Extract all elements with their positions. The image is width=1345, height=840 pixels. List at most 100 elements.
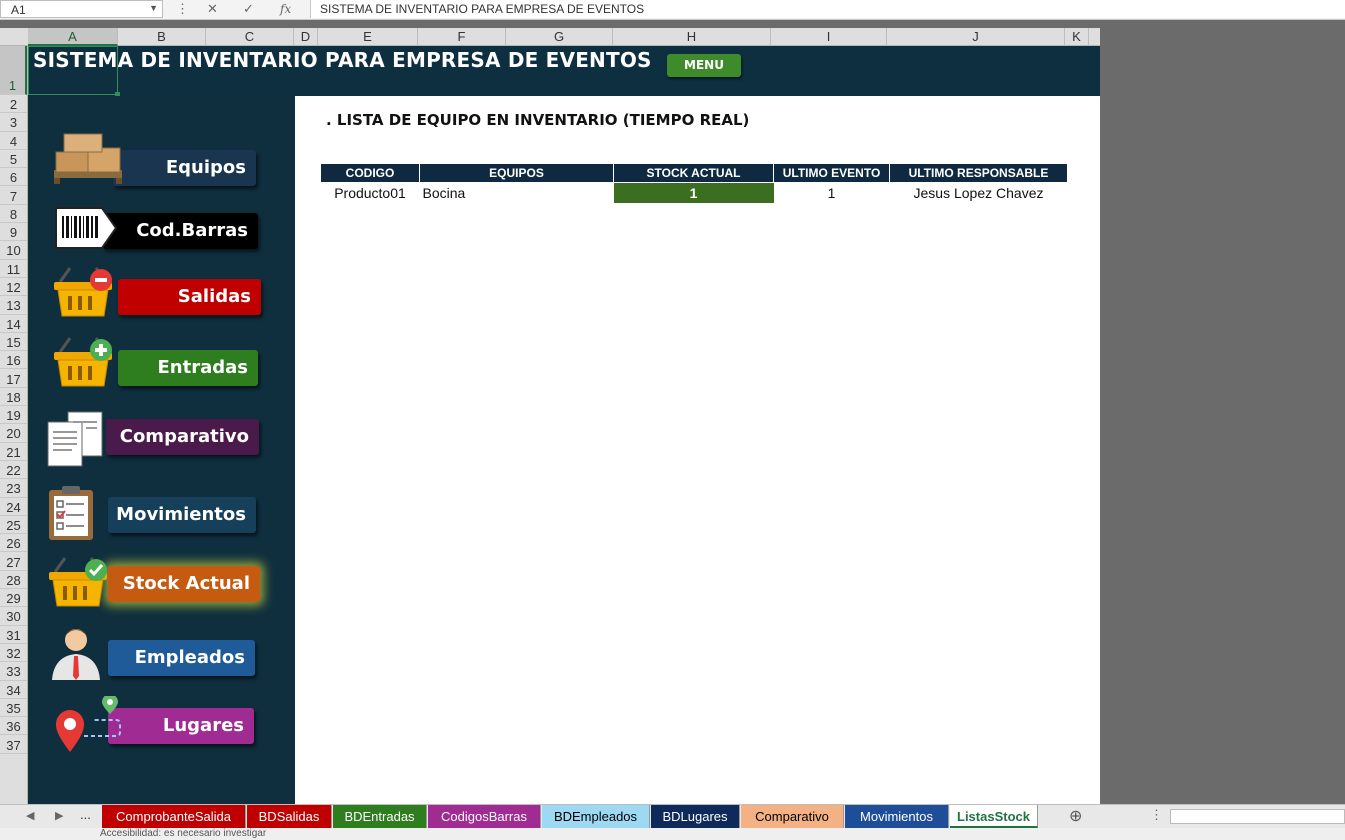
row-header-10[interactable]: 10 — [0, 241, 27, 260]
row-header-2[interactable]: 2 — [0, 95, 27, 114]
column-header-codigo[interactable]: CODIGO — [320, 163, 420, 183]
column-header-c[interactable]: C — [206, 28, 294, 46]
sidebar-item-lugares[interactable]: Lugares — [108, 708, 254, 744]
row-header-25[interactable]: 25 — [0, 516, 27, 535]
row-header-12[interactable]: 12 — [0, 278, 27, 297]
enter-icon[interactable]: ✓ — [243, 0, 254, 18]
add-sheet-icon[interactable]: ⊕ — [1069, 806, 1082, 826]
more-options-icon[interactable]: ⋮ — [1150, 807, 1163, 823]
row-header-13[interactable]: 13 — [0, 296, 27, 315]
horizontal-scrollbar[interactable] — [1170, 809, 1345, 824]
table-row[interactable]: Producto01 Bocina 1 1 Jesus Lopez Chavez — [321, 182, 1068, 203]
chevron-down-icon[interactable]: ▼ — [149, 3, 158, 13]
function-icon[interactable]: fx — [280, 0, 291, 18]
person-icon — [52, 629, 100, 680]
row-header-32[interactable]: 32 — [0, 644, 27, 663]
column-header-equipos[interactable]: EQUIPOS — [419, 163, 614, 183]
worksheet: SISTEMA DE INVENTARIO PARA EMPRESA DE EV… — [28, 46, 1100, 804]
sidebar-item-label: Equipos — [165, 157, 246, 178]
row-header-4[interactable]: 4 — [0, 132, 27, 150]
row-header-11[interactable]: 11 — [0, 260, 27, 278]
cell-ultimo-responsable[interactable]: Jesus Lopez Chavez — [890, 183, 1068, 203]
column-header-f[interactable]: F — [418, 28, 506, 46]
basket-minus-icon — [54, 267, 112, 317]
tab-bdempleados[interactable]: BDEmpleados — [542, 805, 650, 828]
row-header-18[interactable]: 18 — [0, 388, 27, 407]
tab-comprobantesalida[interactable]: ComprobanteSalida — [102, 805, 246, 828]
cancel-icon[interactable]: ✕ — [207, 0, 218, 18]
row-header-15[interactable]: 15 — [0, 333, 27, 352]
row-header-33[interactable]: 33 — [0, 662, 27, 681]
column-header-g[interactable]: G — [506, 28, 613, 46]
column-header-ultimo-responsable[interactable]: ULTIMO RESPONSABLE — [889, 163, 1068, 183]
tab-bdsalidas[interactable]: BDSalidas — [247, 805, 332, 828]
row-header-3[interactable]: 3 — [0, 113, 27, 132]
row-header-37[interactable]: 37 — [0, 736, 27, 754]
row-header-1[interactable]: 1 — [0, 46, 27, 95]
sidebar-item-label: Lugares — [162, 715, 244, 736]
formula-input[interactable]: SISTEMA DE INVENTARIO PARA EMPRESA DE EV… — [310, 0, 1345, 18]
more-tabs-button[interactable]: ... — [80, 807, 91, 822]
row-header-5[interactable]: 5 — [0, 150, 27, 169]
row-header-26[interactable]: 26 — [0, 534, 27, 553]
column-header-d[interactable]: D — [294, 28, 318, 46]
row-header-28[interactable]: 28 — [0, 571, 27, 590]
tab-bdentradas[interactable]: BDEntradas — [333, 805, 427, 828]
row-header-35[interactable]: 35 — [0, 699, 27, 718]
sidebar-item-comparativo[interactable]: Comparativo — [106, 419, 259, 455]
column-header-j[interactable]: J — [887, 28, 1065, 46]
column-header-b[interactable]: B — [118, 28, 206, 46]
row-header-21[interactable]: 21 — [0, 443, 27, 461]
column-header-ultimo-evento[interactable]: ULTIMO EVENTO — [773, 163, 890, 183]
column-header-a[interactable]: A — [28, 28, 118, 46]
row-header-36[interactable]: 36 — [0, 717, 27, 736]
menu-button[interactable]: MENU — [667, 54, 741, 77]
row-header-34[interactable]: 34 — [0, 681, 27, 699]
cell-stock-actual[interactable]: 1 — [613, 182, 774, 203]
inventory-panel: . LISTA DE EQUIPO EN INVENTARIO (TIEMPO … — [295, 96, 1100, 804]
tab-comparativo[interactable]: Comparativo — [741, 805, 844, 828]
row-header-20[interactable]: 20 — [0, 424, 27, 443]
tab-listasstock[interactable]: ListasStock — [950, 805, 1038, 828]
row-header-14[interactable]: 14 — [0, 315, 27, 333]
row-header-23[interactable]: 23 — [0, 479, 27, 498]
column-header-e[interactable]: E — [318, 28, 418, 46]
sidebar-item-cod-barras[interactable]: Cod.Barras — [103, 213, 258, 249]
sidebar-item-entradas[interactable]: Entradas — [118, 350, 258, 386]
row-header-30[interactable]: 30 — [0, 607, 27, 626]
sidebar: Equipos Cod.Barras Salidas Entradas Comp… — [28, 96, 295, 804]
name-box[interactable]: A1 ▼ — [0, 0, 163, 18]
tab-scroll-left-icon[interactable]: ◀ — [26, 809, 34, 822]
column-header-k[interactable]: K — [1065, 28, 1089, 46]
column-header-i[interactable]: I — [771, 28, 887, 46]
row-header-22[interactable]: 22 — [0, 461, 27, 480]
row-header-27[interactable]: 27 — [0, 553, 27, 571]
row-header-8[interactable]: 8 — [0, 205, 27, 224]
cell-codigo[interactable]: Producto01 — [321, 183, 420, 203]
tab-scroll-right-icon[interactable]: ▶ — [55, 809, 63, 822]
sidebar-item-equipos[interactable]: Equipos — [113, 150, 256, 186]
sidebar-item-movimientos[interactable]: Movimientos — [108, 497, 256, 533]
row-header-24[interactable]: 24 — [0, 498, 27, 516]
sidebar-item-label: Stock Actual — [122, 573, 250, 594]
row-header-7[interactable]: 7 — [0, 187, 27, 205]
row-header-9[interactable]: 9 — [0, 223, 27, 242]
tab-codigosbarras[interactable]: CodigosBarras — [428, 805, 541, 828]
row-header-31[interactable]: 31 — [0, 626, 27, 644]
row-header-19[interactable]: 19 — [0, 406, 27, 425]
tab-bdlugares[interactable]: BDLugares — [651, 805, 740, 828]
sidebar-item-label: Movimientos — [116, 504, 246, 525]
cell-ultimo-evento[interactable]: 1 — [774, 183, 890, 203]
row-header-29[interactable]: 29 — [0, 589, 27, 608]
row-header-6[interactable]: 6 — [0, 168, 27, 187]
cell-equipos[interactable]: Bocina — [420, 183, 614, 203]
sidebar-item-empleados[interactable]: Empleados — [108, 640, 255, 676]
more-options-icon[interactable]: ⋮ — [176, 0, 189, 18]
row-header-17[interactable]: 17 — [0, 370, 27, 388]
sidebar-item-salidas[interactable]: Salidas — [118, 279, 261, 315]
column-header-stock-actual[interactable]: STOCK ACTUAL — [613, 163, 774, 183]
tab-movimientos[interactable]: Movimientos — [845, 805, 949, 828]
sidebar-item-stock-actual[interactable]: Stock Actual — [108, 566, 260, 602]
column-header-h[interactable]: H — [613, 28, 771, 46]
row-header-16[interactable]: 16 — [0, 351, 27, 370]
